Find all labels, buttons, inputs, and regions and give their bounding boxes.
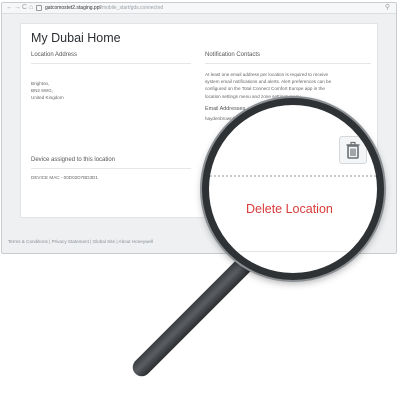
- lock-icon: [36, 4, 42, 11]
- notification-line: configured on the Total Connect Comfort …: [205, 86, 325, 92]
- address-line: Brighton,: [31, 81, 50, 86]
- divider: [31, 168, 191, 169]
- url-host: gatcomostet2.staging.ppl: [45, 5, 101, 11]
- back-icon[interactable]: ←: [6, 4, 13, 12]
- email-addresses-heading: Email Addresses: [205, 106, 246, 112]
- notification-contacts-heading: Notification Contacts: [205, 52, 261, 58]
- address-bar[interactable]: gatcomostet2.staging.ppl/mobile_start/gd…: [36, 4, 163, 12]
- address-line: United Kingdom: [31, 95, 64, 101]
- home-icon[interactable]: ⌂: [29, 4, 33, 12]
- divider: [209, 251, 377, 252]
- url-path: /mobile_start/gds.connected: [100, 5, 164, 11]
- forward-icon[interactable]: →: [14, 4, 21, 12]
- device-mac: DEVICE MAC - 00D02D7BD3D1: [31, 175, 98, 180]
- delete-location-button[interactable]: Delete Location: [246, 202, 333, 216]
- delete-trash-button[interactable]: [339, 136, 367, 164]
- search-icon[interactable]: ⚲: [385, 4, 390, 12]
- dotted-divider: [209, 175, 377, 177]
- trash-icon: [346, 141, 360, 159]
- device-heading: Device assigned to this location: [31, 157, 116, 163]
- divider: [205, 63, 371, 64]
- divider: [31, 63, 191, 64]
- notification-description: At least one email address per location …: [205, 71, 375, 100]
- magnifier-lens: Delete Location: [202, 98, 384, 280]
- location-address-heading: Location Address: [31, 52, 78, 58]
- browser-toolbar: ← → C ⌂ gatcomostet2.staging.ppl/mobile_…: [2, 3, 396, 14]
- footer-links[interactable]: Terms & Conditions | Privacy Statement |…: [8, 239, 153, 244]
- page-title: My Dubai Home: [31, 31, 121, 45]
- address-line: BN2 6WG,: [31, 88, 53, 94]
- notification-line: At least one email address per location …: [205, 72, 329, 77]
- address-block: Brighton, BN2 6WG, United Kingdom: [31, 80, 64, 102]
- notification-line: system email notifications and alerts. A…: [205, 79, 332, 85]
- reload-icon[interactable]: C: [22, 4, 27, 12]
